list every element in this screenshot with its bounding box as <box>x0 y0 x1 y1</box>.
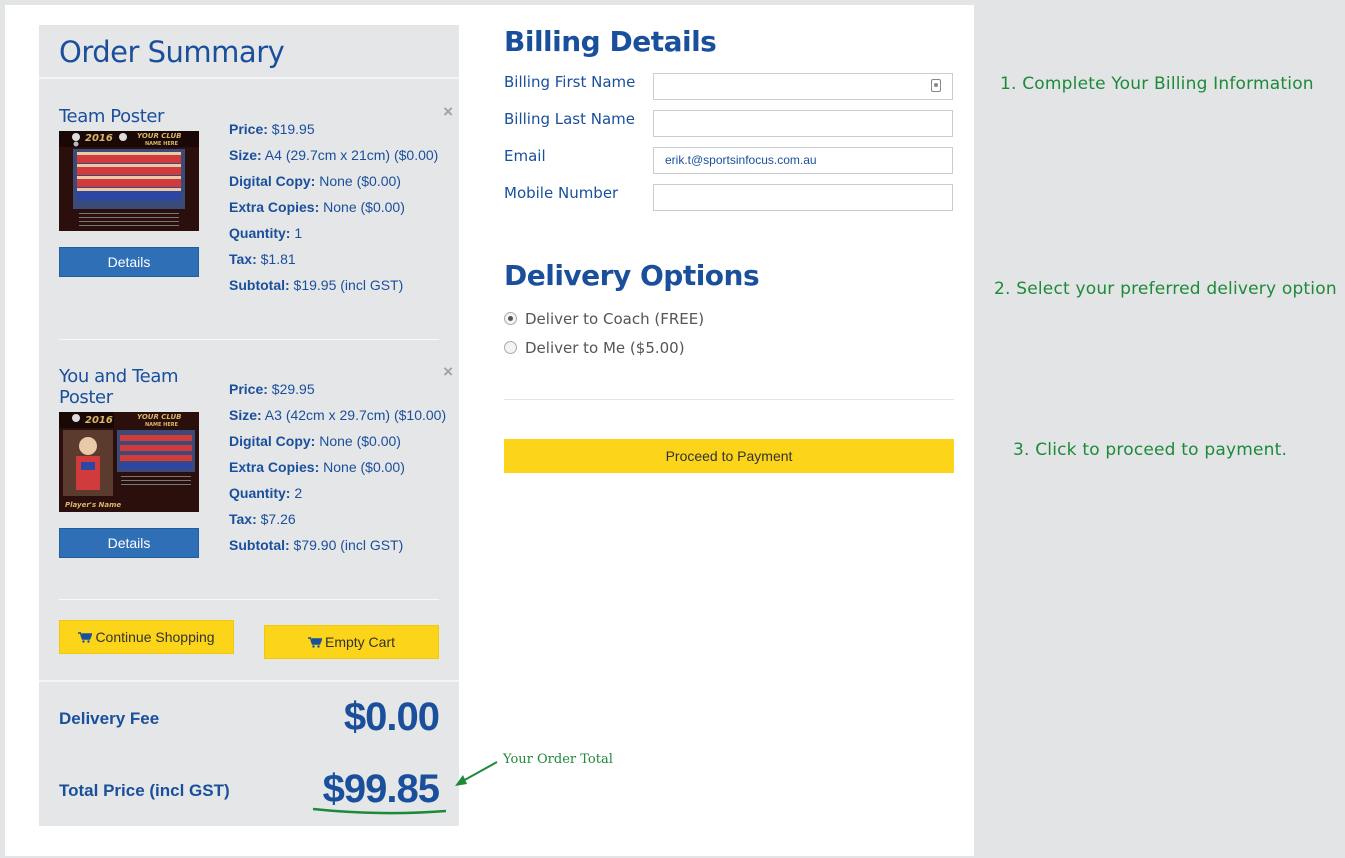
total-price-label: Total Price (incl GST) <box>59 781 230 800</box>
you-and-team-poster-thumbnail: 2016 YOUR CLUB NAME HERE Player's Name <box>59 412 199 512</box>
delivery-options-title: Delivery Options <box>504 259 760 292</box>
svg-text:Player's Name: Player's Name <box>65 501 121 509</box>
continue-shopping-label: Continue Shopping <box>95 629 215 645</box>
proceed-to-payment-button[interactable]: Proceed to Payment <box>504 439 954 473</box>
item-name: Team Poster <box>59 106 165 127</box>
details-button[interactable]: Details <box>59 528 199 558</box>
spec-subtotal: Subtotal: $19.95 (incl GST) <box>229 277 404 293</box>
remove-item-icon[interactable]: × <box>443 362 453 382</box>
first-name-input[interactable] <box>653 73 953 100</box>
remove-item-icon[interactable]: × <box>443 102 453 122</box>
last-name-label: Billing Last Name <box>504 110 636 128</box>
radio-selected-icon[interactable] <box>504 312 517 325</box>
team-poster-thumbnail: 2016 YOUR CLUB NAME HERE <box>59 131 199 231</box>
divider <box>504 399 954 400</box>
details-button[interactable]: Details <box>59 247 199 277</box>
mobile-number-input[interactable] <box>653 184 953 211</box>
divider <box>59 599 439 600</box>
spec-tax: Tax: $1.81 <box>229 251 296 267</box>
order-summary-panel: Order Summary Team Poster × 2016 YOUR CL… <box>39 25 459 826</box>
spec-digital-copy: Digital Copy: None ($0.00) <box>229 433 401 449</box>
svg-text:NAME HERE: NAME HERE <box>145 422 179 428</box>
annotation-order-total: Your Order Total <box>503 752 613 767</box>
contact-card-icon[interactable] <box>931 79 941 92</box>
empty-cart-button[interactable]: Empty Cart <box>264 625 439 659</box>
deliver-to-me-label: Deliver to Me ($5.00) <box>525 339 685 357</box>
annotation-step-1: 1. Complete Your Billing Information <box>1000 74 1314 94</box>
billing-details-title: Billing Details <box>504 25 717 58</box>
last-name-input[interactable] <box>653 110 953 137</box>
spec-size: Size: A3 (42cm x 29.7cm) ($10.00) <box>229 407 447 423</box>
spec-price: Price: $19.95 <box>229 121 315 137</box>
email-label: Email <box>504 147 546 165</box>
item-specs: Price: $19.95 Size: A4 (29.7cm x 21cm) (… <box>229 121 449 303</box>
email-input[interactable]: erik.t@sportsinfocus.com.au <box>653 147 953 174</box>
deliver-to-coach-option[interactable]: Deliver to Coach (FREE) <box>504 310 704 328</box>
deliver-to-coach-label: Deliver to Coach (FREE) <box>525 310 705 328</box>
annotation-step-2: 2. Select your preferred delivery option <box>994 279 1337 299</box>
divider <box>59 339 439 340</box>
spec-extra-copies: Extra Copies: None ($0.00) <box>229 199 405 215</box>
first-name-label: Billing First Name <box>504 73 636 91</box>
spec-price: Price: $29.95 <box>229 381 315 397</box>
thumb-year: 2016 <box>85 133 113 144</box>
spec-digital-copy: Digital Copy: None ($0.00) <box>229 173 401 189</box>
empty-cart-label: Empty Cart <box>324 634 395 650</box>
cart-icon <box>307 637 322 648</box>
spec-quantity: Quantity: 1 <box>229 225 303 241</box>
svg-text:YOUR CLUB: YOUR CLUB <box>137 132 182 140</box>
cart-icon <box>78 632 93 643</box>
spec-quantity: Quantity: 2 <box>229 485 303 501</box>
spec-extra-copies: Extra Copies: None ($0.00) <box>229 459 405 475</box>
divider <box>39 77 459 79</box>
divider <box>39 680 459 682</box>
mobile-number-label: Mobile Number <box>504 184 619 202</box>
delivery-fee-label: Delivery Fee <box>59 709 160 728</box>
svg-text:NAME HERE: NAME HERE <box>145 141 179 147</box>
order-summary-title: Order Summary <box>59 35 285 69</box>
deliver-to-me-option[interactable]: Deliver to Me ($5.00) <box>504 339 685 357</box>
delivery-fee-value: $0.00 <box>343 695 440 739</box>
item-specs: Price: $29.95 Size: A3 (42cm x 29.7cm) (… <box>229 381 449 563</box>
spec-tax: Tax: $7.26 <box>229 511 296 527</box>
annotation-step-3: 3. Click to proceed to payment. <box>1013 440 1288 460</box>
spec-size: Size: A4 (29.7cm x 21cm) ($0.00) <box>229 147 439 163</box>
checkout-page: Order Summary Team Poster × 2016 YOUR CL… <box>5 5 974 856</box>
continue-shopping-button[interactable]: Continue Shopping <box>59 620 234 654</box>
radio-unselected-icon[interactable] <box>504 341 517 354</box>
total-price-value: $99.85 <box>322 767 440 811</box>
svg-text:2016: 2016 <box>85 415 113 426</box>
item-name: You and Team Poster <box>59 366 179 408</box>
spec-subtotal: Subtotal: $79.90 (incl GST) <box>229 537 404 553</box>
svg-text:YOUR CLUB: YOUR CLUB <box>137 413 182 421</box>
